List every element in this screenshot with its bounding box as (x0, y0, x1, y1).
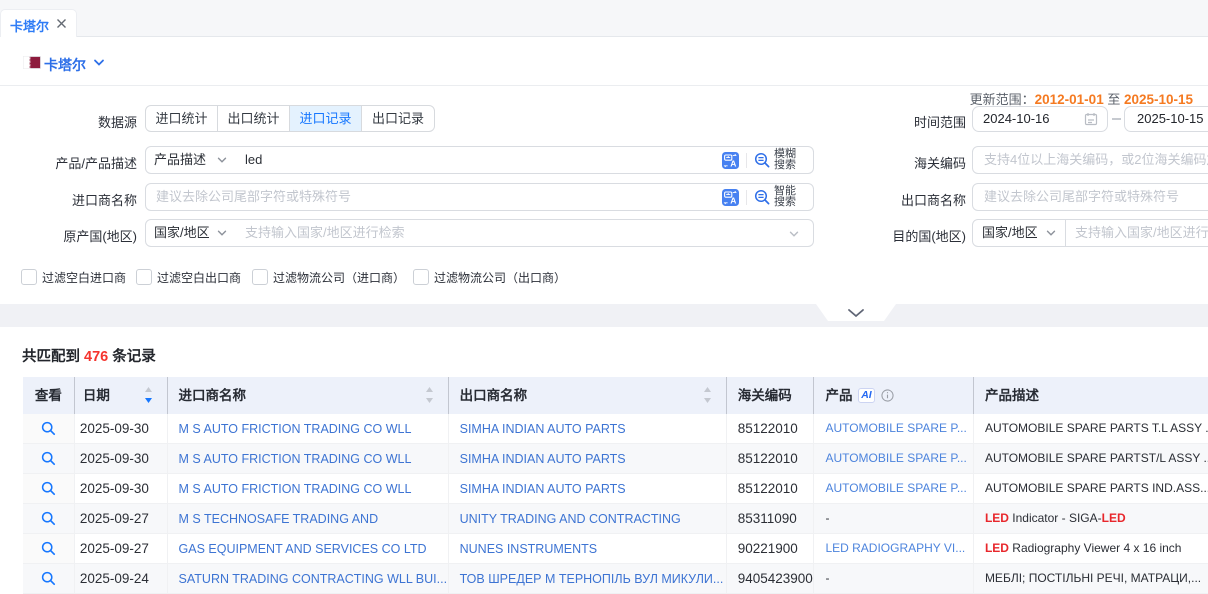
svg-text:A: A (730, 158, 736, 168)
svg-text:A: A (730, 195, 736, 205)
